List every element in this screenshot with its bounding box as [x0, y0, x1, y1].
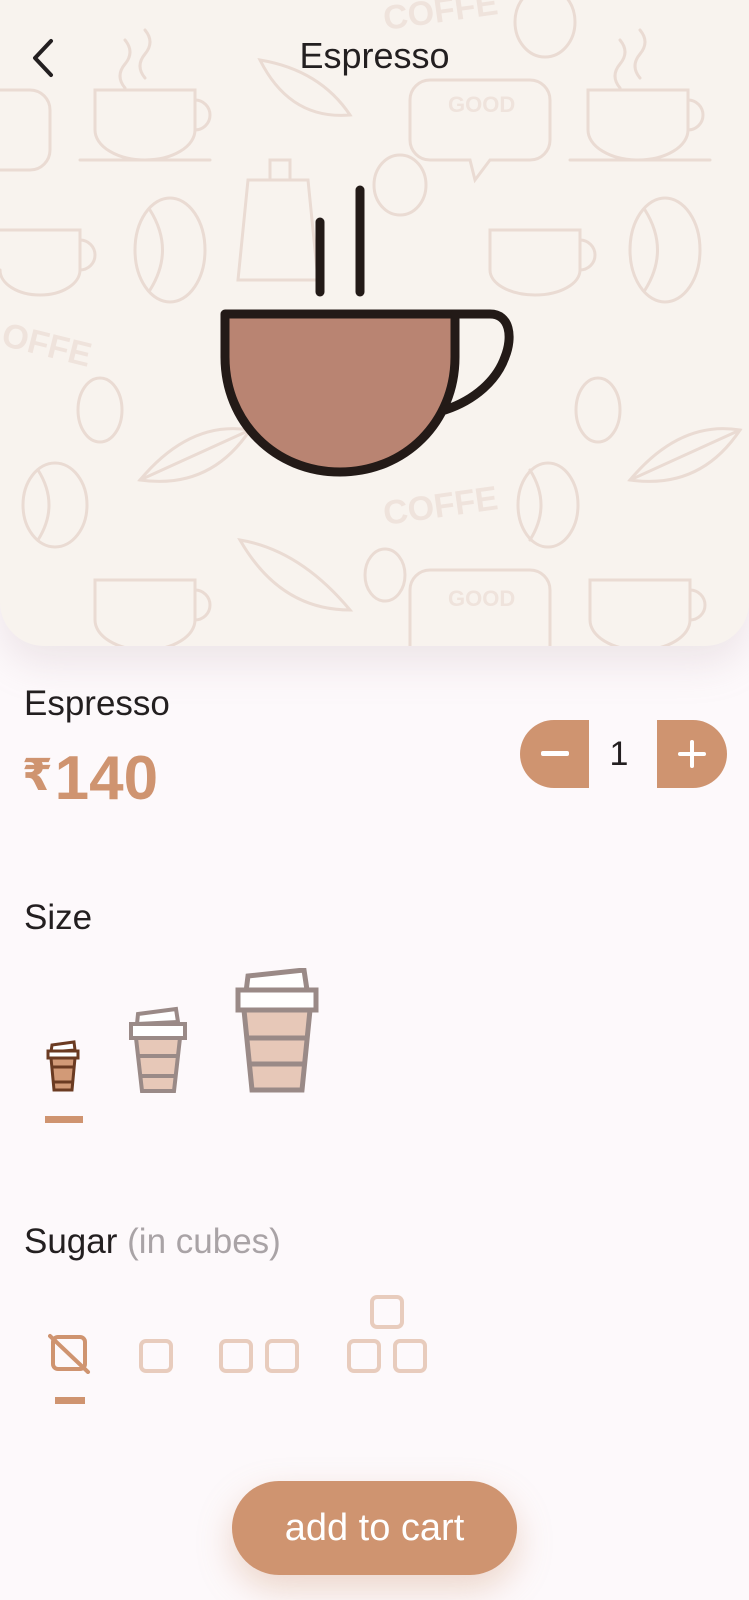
one-cube-icon [139, 1339, 173, 1373]
product-price: ₹140 [22, 744, 158, 814]
no-sugar-icon [48, 1334, 90, 1374]
sugar-unit-label: (in cubes) [127, 1222, 281, 1261]
sugar-option-two[interactable] [218, 1338, 300, 1374]
small-cup-icon [46, 1040, 80, 1092]
product-hero: COFFE COFFE OFFE GOOD GOOD Espresso [0, 0, 749, 646]
price-amount: 140 [54, 744, 159, 813]
size-label: Size [24, 898, 93, 937]
coffee-cup-icon [220, 185, 514, 477]
quantity-value: 1 [609, 735, 629, 773]
large-cup-icon [235, 967, 319, 1093]
sugar-selected-indicator [55, 1397, 85, 1404]
increase-quantity-button[interactable] [657, 720, 727, 788]
svg-text:GOOD: GOOD [448, 92, 515, 117]
size-option-large[interactable] [234, 967, 320, 1094]
svg-text:GOOD: GOOD [448, 586, 515, 611]
medium-cup-icon [129, 1006, 187, 1093]
product-name: Espresso [24, 684, 170, 723]
sugar-label-text: Sugar [24, 1222, 118, 1261]
sugar-option-none[interactable] [48, 1332, 92, 1374]
size-option-medium[interactable] [128, 1006, 188, 1094]
size-selected-indicator [45, 1116, 83, 1123]
size-option-small[interactable] [40, 1040, 86, 1092]
two-cubes-icon [219, 1339, 299, 1373]
add-to-cart-button[interactable]: add to cart [232, 1481, 517, 1575]
decrease-quantity-button[interactable] [520, 720, 589, 788]
minus-icon [540, 751, 569, 756]
sugar-option-one[interactable] [138, 1338, 174, 1374]
currency-symbol: ₹ [22, 751, 53, 800]
svg-text:OFFE: OFFE [0, 316, 95, 375]
three-cubes-icon [347, 1295, 427, 1373]
sugar-option-three[interactable] [346, 1294, 428, 1374]
page-title: Espresso [299, 35, 450, 76]
sugar-label: Sugar (in cubes) [24, 1220, 281, 1264]
svg-text:COFFE: COFFE [381, 0, 500, 38]
plus-icon [678, 740, 706, 768]
